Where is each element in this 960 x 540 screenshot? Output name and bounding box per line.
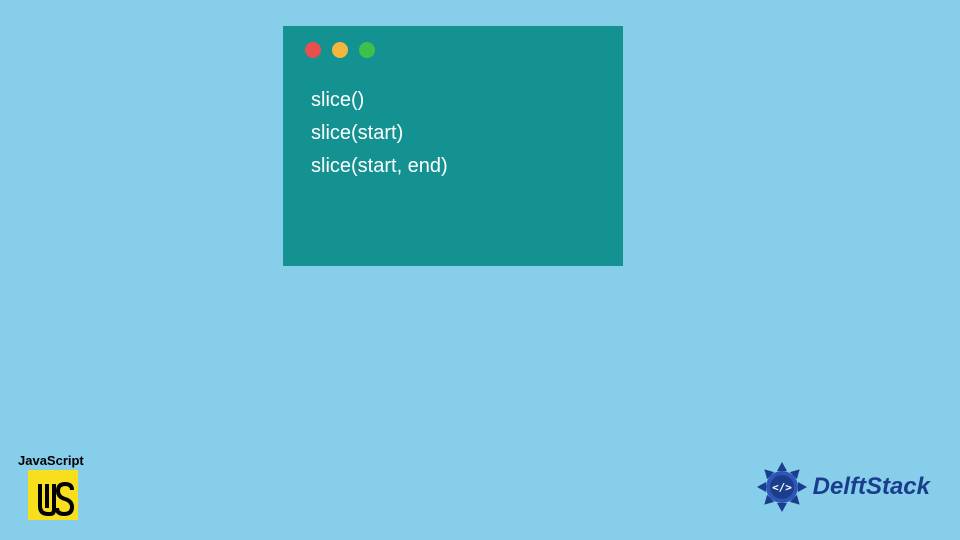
delftstack-badge-text: </> [772, 481, 792, 494]
window-dot-red [305, 42, 321, 58]
window-dot-yellow [332, 42, 348, 58]
code-line: slice() [311, 84, 601, 117]
javascript-logo-icon [28, 470, 78, 520]
code-line: slice(start, end) [311, 150, 601, 183]
javascript-badge: JavaScript [16, 453, 90, 520]
traffic-lights [305, 42, 601, 58]
delftstack-logo: </> DelftStack [755, 460, 930, 514]
window-dot-green [359, 42, 375, 58]
code-line: slice(start) [311, 117, 601, 150]
code-block: slice() slice(start) slice(start, end) [305, 84, 601, 183]
code-window: slice() slice(start) slice(start, end) [283, 26, 623, 266]
javascript-label: JavaScript [16, 453, 90, 468]
delftstack-text: DelftStack [813, 473, 930, 501]
delftstack-emblem-icon: </> [755, 460, 809, 514]
